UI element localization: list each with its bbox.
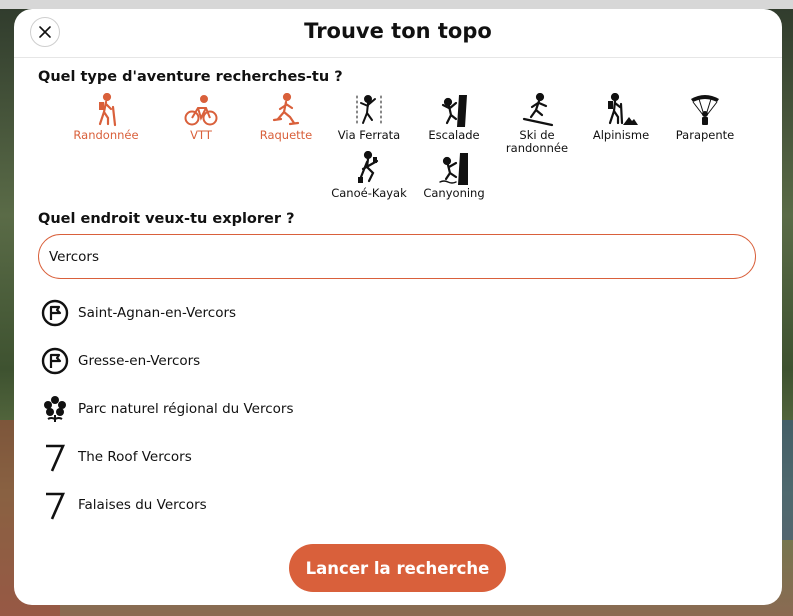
bike-icon xyxy=(184,95,218,126)
activity-alpinisme[interactable]: Alpinisme xyxy=(581,91,661,142)
activity-label: Canyoning xyxy=(423,186,485,200)
result-label: Gresse-en-Vercors xyxy=(78,353,201,369)
climbing-icon xyxy=(441,95,467,127)
activity-via-ferrata[interactable]: Via Ferrata xyxy=(329,91,409,142)
result-gresse[interactable]: Gresse-en-Vercors xyxy=(40,337,740,385)
via-ferrata-icon xyxy=(356,95,382,126)
result-falaises[interactable]: Falaises du Vercors xyxy=(40,481,740,529)
activity-label: Canoé-Kayak xyxy=(331,186,407,200)
location-question: Quel endroit veux-tu explorer ? xyxy=(38,211,295,227)
activity-vtt[interactable]: VTT xyxy=(161,91,241,142)
activity-canyoning[interactable]: Canyoning xyxy=(414,149,494,200)
snowshoe-icon xyxy=(272,93,300,126)
village-flag-icon xyxy=(41,299,69,327)
mountaineering-icon xyxy=(608,93,638,125)
result-parc-vercors[interactable]: Parc naturel régional du Vercors xyxy=(40,385,740,433)
modal-title: Trouve ton topo xyxy=(304,19,492,43)
results-list: Saint-Agnan-en-Vercors Gresse-en-Vercors… xyxy=(40,289,740,529)
activity-label: Via Ferrata xyxy=(337,128,401,142)
activity-ski-de-randonnee[interactable]: Ski de randonnée xyxy=(497,91,577,155)
ski-touring-icon xyxy=(522,93,554,127)
crag-seven-icon xyxy=(46,492,65,520)
crag-seven-icon xyxy=(46,444,65,472)
activity-raquette[interactable]: Raquette xyxy=(246,91,326,142)
launch-search-button[interactable]: Lancer la recherche xyxy=(289,544,506,592)
village-flag-icon xyxy=(41,347,69,375)
activity-escalade[interactable]: Escalade xyxy=(414,91,494,142)
kayak-icon xyxy=(358,151,379,183)
activity-randonnee[interactable]: Randonnée xyxy=(66,91,146,142)
browser-top-bar xyxy=(0,0,793,9)
activity-canoe-kayak[interactable]: Canoé-Kayak xyxy=(329,149,409,200)
paraglider-icon xyxy=(691,95,719,125)
canyoning-icon xyxy=(439,153,468,185)
result-label: Parc naturel régional du Vercors xyxy=(78,401,294,417)
result-label: The Roof Vercors xyxy=(78,449,192,465)
location-search-input[interactable]: Vercors xyxy=(38,234,756,279)
activity-label: Alpinisme xyxy=(592,128,650,142)
activity-label: Escalade xyxy=(428,128,480,142)
park-flower-icon xyxy=(44,396,66,422)
result-saint-agnan[interactable]: Saint-Agnan-en-Vercors xyxy=(40,289,740,337)
result-the-roof[interactable]: The Roof Vercors xyxy=(40,433,740,481)
activity-question: Quel type d'aventure recherches-tu ? xyxy=(38,69,343,85)
activity-label: VTT xyxy=(190,128,212,142)
search-modal: Trouve ton topo Quel type d'aventure rec… xyxy=(14,9,782,605)
activity-label: Raquette xyxy=(259,128,313,142)
activity-label: Ski de randonnée xyxy=(505,128,569,155)
search-input-value: Vercors xyxy=(49,248,100,265)
activity-label: Parapente xyxy=(675,128,735,142)
modal-header: Trouve ton topo xyxy=(14,9,782,58)
activity-parapente[interactable]: Parapente xyxy=(665,91,745,142)
result-label: Falaises du Vercors xyxy=(78,497,207,513)
result-label: Saint-Agnan-en-Vercors xyxy=(78,305,237,321)
hiker-icon xyxy=(98,93,117,127)
activity-label: Randonnée xyxy=(73,128,139,142)
